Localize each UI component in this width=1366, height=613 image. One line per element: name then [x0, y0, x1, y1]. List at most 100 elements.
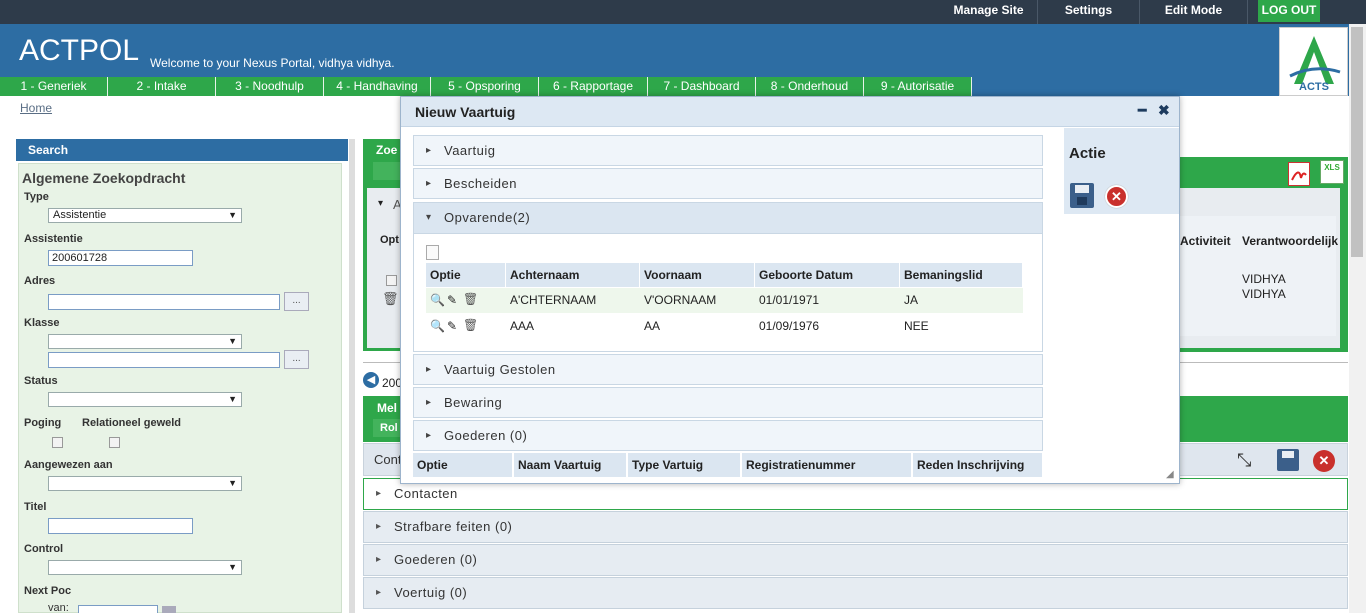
vaartuig-col-reden: Reden Inschrijving [913, 453, 1043, 477]
welcome-text: Welcome to your Nexus Portal, vidhya vid… [150, 56, 395, 70]
nav-tab-generiek[interactable]: 1 - Generiek [0, 77, 108, 96]
section-vaartuig[interactable]: ▸ Vaartuig [413, 135, 1043, 166]
relationeel-label: Relationeel geweld [82, 417, 182, 429]
search-title: Algemene Zoekopdracht [22, 170, 186, 186]
nav-tab-onderhoud[interactable]: 8 - Onderhoud [756, 77, 864, 96]
opv-col-voornaam: Voornaam [640, 263, 755, 287]
search-body [18, 163, 342, 613]
chevron-down-icon: ▾ [426, 212, 432, 223]
vaartuig-col-type: Type Vartuig [628, 453, 741, 477]
section-vaartuig-gestolen[interactable]: ▸ Vaartuig Gestolen [413, 354, 1043, 385]
aangewezen-select[interactable]: ▼ [48, 476, 242, 491]
opv-col-achternaam: Achternaam [506, 263, 640, 287]
results-tab[interactable]: Zoe [376, 143, 397, 157]
save-icon-label [1282, 451, 1294, 458]
type-select[interactable]: Assistentie ▼ [48, 208, 242, 223]
edit-icon[interactable]: ✎ [447, 293, 457, 307]
dialog-close-icon[interactable]: ✖ [1158, 102, 1170, 119]
section-bewaring[interactable]: ▸ Bewaring [413, 387, 1043, 418]
top-bar: Manage Site Settings Edit Mode LOG OUT [0, 0, 1366, 24]
trash-icon[interactable]: 🗑 [463, 292, 478, 306]
chevron-right-icon: ▸ [426, 364, 432, 375]
verantwoordelijk-header: Verantwoordelijk [1242, 234, 1339, 248]
trash-icon[interactable]: 🗑 [382, 291, 399, 307]
klasse-input[interactable] [48, 352, 280, 368]
section-bescheiden[interactable]: ▸ Bescheiden [413, 168, 1043, 199]
magnifier-icon[interactable]: 🔍 [430, 319, 445, 333]
minimize-icon[interactable]: ━ [1138, 102, 1146, 119]
nextpoc-label: Next Poc [24, 585, 72, 597]
assistentie-label: Assistentie [24, 233, 83, 245]
results-option-col: Opt [380, 234, 399, 246]
edit-icon[interactable]: ✎ [447, 319, 457, 333]
bemaningslid-cell: NEE [904, 319, 929, 333]
dialog-header[interactable] [401, 97, 1179, 127]
resize-handle-icon[interactable]: ◢ [1166, 469, 1174, 480]
row-checkbox[interactable] [386, 275, 397, 286]
van-label: van: [48, 602, 69, 613]
relationeel-checkbox[interactable] [109, 437, 120, 448]
adres-lookup-button[interactable]: ... [284, 292, 309, 311]
chevron-down-icon: ▼ [228, 210, 237, 220]
new-record-icon[interactable] [426, 245, 439, 260]
scrollbar-thumb[interactable] [1351, 27, 1363, 257]
dialog-cancel-icon[interactable]: ✕ [1105, 185, 1128, 208]
section-goederen-modal[interactable]: ▸ Goederen (0) [413, 420, 1043, 451]
breadcrumb-home[interactable]: Home [20, 101, 52, 115]
results-toolbar-button[interactable] [373, 162, 400, 180]
opv-col-optie: Optie [426, 263, 506, 287]
expand-icon[interactable]: ⤡ [1237, 450, 1251, 471]
logout-button[interactable]: LOG OUT [1258, 0, 1320, 22]
voornaam-cell: AA [644, 319, 661, 333]
search-header[interactable]: Search [16, 139, 348, 161]
calendar-icon[interactable] [162, 606, 176, 613]
section-vaartuig-label: Vaartuig [444, 143, 496, 158]
section-goederen[interactable]: Goederen (0) [363, 544, 1348, 576]
acts-logo-icon: ACTS [1289, 36, 1341, 93]
svg-text:ACTS: ACTS [1299, 81, 1329, 93]
pdf-icon-graphic [1291, 171, 1307, 181]
nav-tab-dashboard[interactable]: 7 - Dashboard [648, 77, 756, 96]
klasse-lookup-button[interactable]: ... [284, 350, 309, 369]
section-voertuig[interactable]: Voertuig (0) [363, 577, 1348, 609]
assistentie-input[interactable]: 200601728 [48, 250, 193, 266]
melding-tab[interactable]: Mel [377, 401, 397, 415]
titel-input[interactable] [48, 518, 193, 534]
save-icon[interactable] [1277, 449, 1299, 471]
close-icon[interactable]: ✕ [1313, 450, 1335, 472]
opv-col-bemaningslid: Bemaningslid [900, 263, 1023, 287]
edit-mode-link[interactable]: Edit Mode [1140, 0, 1248, 24]
magnifier-icon[interactable]: 🔍 [430, 293, 445, 307]
trash-icon[interactable]: 🗑 [463, 318, 478, 332]
poging-checkbox[interactable] [52, 437, 63, 448]
nav-tab-rapportage[interactable]: 6 - Rapportage [539, 77, 648, 96]
van-date-input[interactable] [78, 605, 158, 613]
adres-input[interactable] [48, 294, 280, 310]
chevron-down-icon: ▾ [378, 198, 384, 209]
nav-tab-handhaving[interactable]: 4 - Handhaving [324, 77, 431, 96]
status-select[interactable]: ▼ [48, 392, 242, 407]
nav-tab-opsporing[interactable]: 5 - Opsporing [431, 77, 539, 96]
manage-site-link[interactable]: Manage Site [940, 0, 1038, 24]
section-opvarende[interactable]: ▾ Opvarende(2) [413, 202, 1043, 234]
app-title: ACTPOL [19, 34, 140, 67]
chevron-right-icon: ▸ [426, 430, 432, 441]
nav-tab-noodhulp[interactable]: 3 - Noodhulp [216, 77, 324, 96]
rol-button[interactable]: Rol [373, 419, 403, 437]
control-select[interactable]: ▼ [48, 560, 242, 575]
adres-label: Adres [24, 275, 56, 287]
poging-label: Poging [24, 417, 62, 429]
achternaam-cell: A'CHTERNAAM [510, 293, 597, 307]
section-opvarende-label: Opvarende(2) [444, 210, 531, 225]
dialog-save-icon[interactable] [1070, 183, 1094, 208]
nav-tab-intake[interactable]: 2 - Intake [108, 77, 216, 96]
panel-splitter[interactable] [349, 139, 355, 613]
klasse-select[interactable]: ▼ [48, 334, 242, 349]
xls-export-icon[interactable]: XLS [1320, 160, 1344, 184]
back-arrow-icon[interactable]: ◀ [363, 372, 379, 388]
section-strafbare-feiten[interactable]: Strafbare feiten (0) [363, 511, 1348, 543]
pdf-export-icon[interactable] [1288, 162, 1310, 186]
achternaam-cell: AAA [510, 319, 535, 333]
nav-tab-autorisatie[interactable]: 9 - Autorisatie [864, 77, 972, 96]
settings-link[interactable]: Settings [1038, 0, 1140, 24]
